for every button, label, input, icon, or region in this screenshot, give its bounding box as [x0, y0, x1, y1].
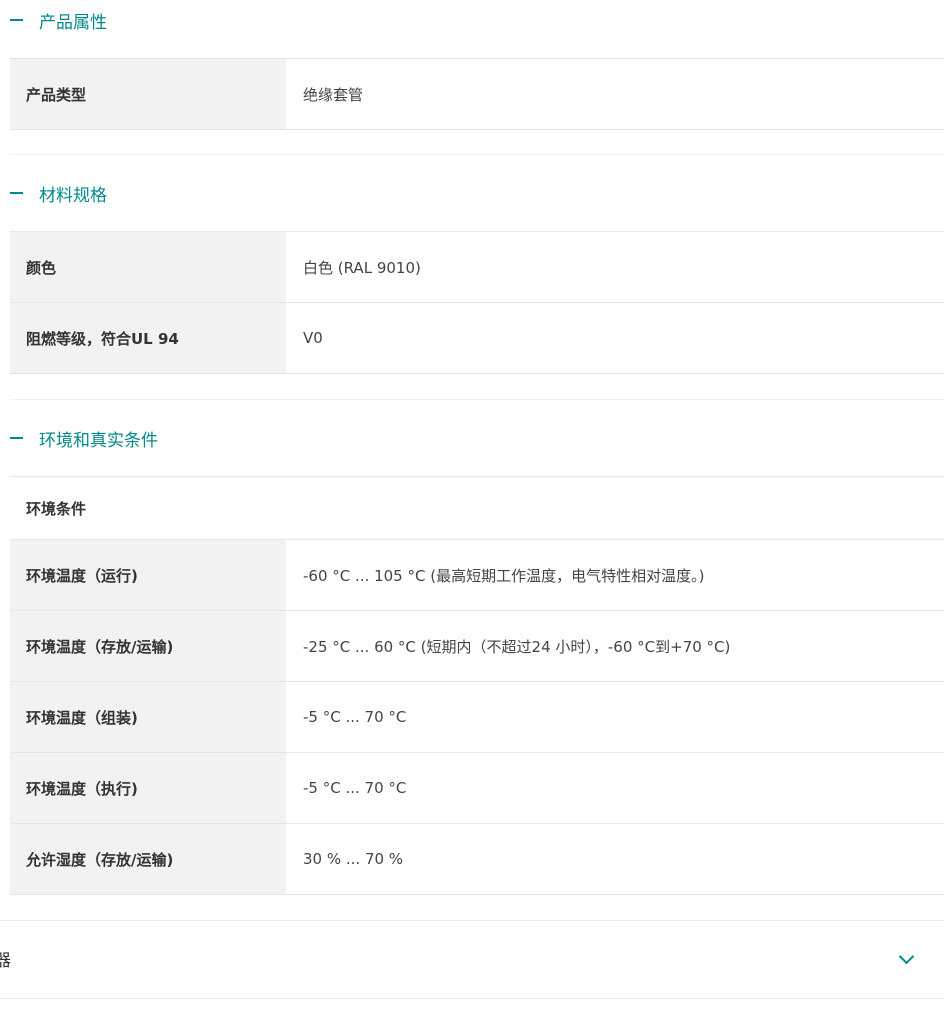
section-title: 产品属性 — [39, 12, 107, 33]
table-row: 环境温度（执行) -5 °C ... 70 °C — [10, 752, 944, 823]
row-key: 阻燃等级，符合UL 94 — [10, 303, 286, 373]
table-row: 颜色 白色 (RAL 9010) — [10, 231, 944, 302]
section-title: 材料规格 — [39, 185, 107, 206]
section-divider — [0, 920, 944, 921]
row-key: 环境温度（执行) — [10, 753, 286, 823]
collapsed-section-title: 器 — [0, 950, 11, 971]
row-value: 绝缘套管 — [303, 85, 364, 104]
section-divider — [10, 154, 944, 155]
row-value: 30 % ... 70 % — [303, 850, 404, 868]
section-header-material-specs[interactable]: 材料规格 — [0, 173, 944, 213]
row-key: 环境温度（组装) — [10, 682, 286, 752]
collapsed-section-header[interactable]: 器 — [0, 938, 944, 978]
row-key: 环境温度（存放/运输) — [10, 611, 286, 681]
row-value: -5 °C ... 70 °C — [303, 779, 407, 797]
table-subheading: 环境条件 — [10, 476, 944, 539]
attributes-table: 产品类型 绝缘套管 — [10, 58, 944, 130]
table-row: 环境温度（存放/运输) -25 °C ... 60 °C (短期内（不超过24 … — [10, 610, 944, 681]
row-key: 产品类型 — [10, 59, 286, 129]
section-divider — [10, 399, 944, 400]
table-row: 环境温度（组装) -5 °C ... 70 °C — [10, 681, 944, 752]
minus-icon — [10, 19, 23, 21]
table-row: 允许湿度（存放/运输) 30 % ... 70 % — [10, 823, 944, 895]
section-header-environment[interactable]: 环境和真实条件 — [0, 418, 944, 458]
minus-icon — [10, 437, 23, 439]
row-value: V0 — [303, 329, 323, 347]
row-value: -60 °C ... 105 °C (最高短期工作温度，电气特性相对温度。) — [303, 566, 705, 585]
section-title: 环境和真实条件 — [39, 430, 158, 451]
row-value: -5 °C ... 70 °C — [303, 708, 407, 726]
table-row: 阻燃等级，符合UL 94 V0 — [10, 302, 944, 374]
row-value: 白色 (RAL 9010) — [303, 258, 421, 277]
row-key: 允许湿度（存放/运输) — [10, 824, 286, 894]
chevron-down-icon[interactable] — [898, 948, 915, 965]
table-row: 环境温度（运行) -60 °C ... 105 °C (最高短期工作温度，电气特… — [10, 539, 944, 610]
section-divider — [0, 998, 944, 999]
minus-icon — [10, 192, 23, 194]
row-key: 环境温度（运行) — [10, 540, 286, 610]
section-header-product-attributes[interactable]: 产品属性 — [0, 0, 944, 40]
material-table: 颜色 白色 (RAL 9010) 阻燃等级，符合UL 94 V0 — [10, 231, 944, 374]
environment-table: 环境条件 环境温度（运行) -60 °C ... 105 °C (最高短期工作温… — [10, 476, 944, 895]
row-key: 颜色 — [10, 232, 286, 302]
table-row: 产品类型 绝缘套管 — [10, 58, 944, 130]
row-value: -25 °C ... 60 °C (短期内（不超过24 小时），-60 °C到+… — [303, 637, 731, 656]
